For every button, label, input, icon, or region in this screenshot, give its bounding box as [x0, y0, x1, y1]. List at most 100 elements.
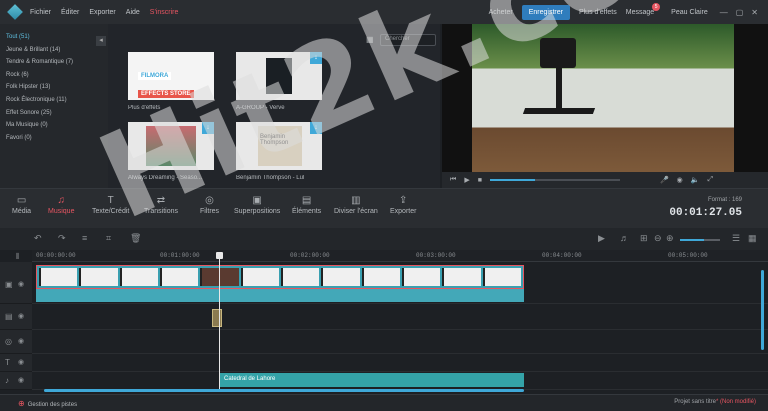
playhead-handle[interactable]	[216, 252, 223, 259]
list-view-icon[interactable]: ☰	[732, 233, 740, 244]
menu-editer[interactable]: Éditer	[61, 9, 79, 16]
tool-music[interactable]: ♫ Musique	[48, 195, 74, 215]
audio-clip[interactable]: Catedral de Lahore	[220, 373, 524, 387]
plus-effets-link[interactable]: Plus d'effets	[579, 9, 617, 16]
clip-frame	[39, 268, 78, 286]
menu-fichier[interactable]: Fichier	[30, 9, 51, 16]
maximize-icon[interactable]: ▢	[736, 8, 744, 17]
snapshot-icon[interactable]: ◉	[677, 176, 683, 184]
mute-icon[interactable]: ◉	[18, 376, 24, 384]
tool-overlays[interactable]: ▣ Superpositions	[234, 195, 280, 215]
audio-clip-label: Catedral de Lahore	[224, 376, 276, 382]
tool-export[interactable]: ⇪ Exporter	[390, 195, 416, 215]
video-audio-strip[interactable]	[36, 289, 524, 302]
category-item[interactable]: Jeune & Brillant (14)	[6, 47, 102, 53]
category-item[interactable]: Tout (51)	[6, 34, 102, 40]
zoom-in-icon[interactable]: ⊕	[666, 233, 674, 244]
stop-icon[interactable]: ■	[478, 177, 482, 184]
category-item[interactable]: Favori (0)	[6, 135, 102, 141]
tool-split-screen[interactable]: ▥ Diviser l'écran	[334, 195, 378, 215]
category-item[interactable]: Rock Électronique (11)	[6, 97, 102, 103]
grid-timeline-icon[interactable]: ▦	[748, 233, 757, 244]
zoom-out-icon[interactable]: ⊖	[654, 233, 662, 244]
playhead[interactable]	[219, 256, 220, 391]
ruler-label: 00:03:00:00	[416, 252, 456, 259]
pip-clip[interactable]	[212, 309, 222, 327]
undo-icon[interactable]: ↶	[34, 233, 42, 244]
track-manager-link[interactable]: ⊕ Gestion des pistes	[18, 399, 77, 408]
tool-transitions[interactable]: ⇄ Transitions	[144, 195, 178, 215]
tool-text[interactable]: T Texte/Crédit	[92, 195, 129, 215]
volume-icon[interactable]: 🔈	[691, 176, 700, 184]
zoom-slider[interactable]	[680, 239, 720, 241]
tool-elements[interactable]: ▤ Éléments	[292, 195, 321, 215]
category-item[interactable]: Folk Hipster (13)	[6, 84, 102, 90]
pip-track-icon: ▤	[5, 312, 13, 321]
thumb-effects-store[interactable]: FILMORA EFFECTS STORE	[128, 52, 214, 100]
tripod-stem	[556, 68, 562, 108]
download-icon[interactable]: ↓	[310, 122, 322, 134]
transitions-icon: ⇄	[156, 195, 166, 206]
category-item[interactable]: Effet Sonore (25)	[6, 110, 102, 116]
horizontal-scrollbar[interactable]	[44, 389, 524, 392]
eye-icon[interactable]: ◉	[18, 358, 24, 366]
preview-progress-fill	[489, 179, 536, 181]
thumb-music[interactable]: ↓	[128, 122, 214, 170]
audio-mixer-icon[interactable]: ♬	[620, 233, 629, 243]
eye-icon[interactable]: ◉	[18, 312, 24, 320]
delete-icon[interactable]: 🗑	[130, 233, 141, 244]
fullscreen-icon[interactable]: ⤢	[707, 176, 713, 184]
collapse-panel-button[interactable]: ◂	[96, 36, 106, 46]
render-icon[interactable]: ▶	[598, 233, 605, 244]
tool-filters[interactable]: ◎ Filtres	[200, 195, 219, 215]
window-controls: — ▢ ✕	[720, 8, 758, 17]
download-icon[interactable]: ↓	[310, 52, 322, 64]
elements-icon: ▤	[301, 195, 312, 206]
timeline-ruler[interactable]: 00:00:00:00 00:01:00:00 00:02:00:00 00:0…	[32, 250, 768, 262]
mic-icon[interactable]: 🎤	[660, 176, 669, 184]
preview-controls: ⏮ ▶ ■ 🎤 ◉ 🔈 ⤢	[442, 172, 768, 188]
download-icon[interactable]: ↓	[202, 122, 214, 134]
eye-icon[interactable]: ◉	[18, 280, 24, 288]
menu-sinscrire[interactable]: S'inscrire	[150, 9, 179, 16]
text-track[interactable]	[32, 354, 768, 372]
preview-progress[interactable]	[489, 179, 620, 181]
add-icon: ⊕	[18, 399, 25, 408]
message-badge: 5	[652, 3, 661, 11]
crop-icon[interactable]: ⌗	[106, 233, 111, 244]
menu-aide[interactable]: Aide	[126, 9, 140, 16]
split-screen-icon: ▥	[351, 195, 361, 206]
grid-view-icon[interactable]: ▦	[366, 35, 374, 44]
step-back-icon[interactable]: ⏮	[450, 176, 456, 184]
category-item[interactable]: Rock (6)	[6, 72, 102, 78]
thumb-music[interactable]: Benjamin Thompson ↓	[236, 122, 322, 170]
tool-media[interactable]: ▭ Média	[12, 195, 31, 215]
video-clip[interactable]	[36, 265, 524, 289]
pip-track[interactable]	[32, 304, 768, 330]
search-input[interactable]: Chercher	[380, 34, 436, 46]
thumb-label: Benjamin Thompson - Lul	[236, 175, 305, 181]
menu-exporter[interactable]: Exporter	[89, 9, 115, 16]
close-icon[interactable]: ✕	[751, 8, 758, 17]
eye-icon[interactable]: ◉	[18, 337, 24, 345]
category-item[interactable]: Tendre & Romantique (7)	[6, 59, 102, 65]
minimize-icon[interactable]: —	[720, 8, 728, 17]
export-icon: ⇪	[399, 195, 408, 206]
enregistrer-button[interactable]: Enregistrer	[521, 4, 570, 20]
volume-edit-icon[interactable]: ⊞	[640, 233, 648, 244]
settings-icon[interactable]: ≡	[82, 233, 87, 243]
effects-track[interactable]	[32, 330, 768, 354]
status-bar: ⊕ Gestion des pistes Projet sans titre* (…	[0, 394, 768, 411]
acheter-link[interactable]: Acheter	[489, 9, 513, 16]
timeline-toolbar: ↶ ↷ ≡ ⌗ 🗑 ▶ ♬ ⊞ ⊖ ⊕ ☰ ▦	[0, 228, 768, 250]
message-link[interactable]: Message	[626, 9, 654, 16]
category-item[interactable]: Ma Musique (0)	[6, 122, 102, 128]
skin-link[interactable]: Peau Claire	[671, 9, 708, 16]
thumb-music[interactable]: ↓	[236, 52, 322, 100]
vertical-scrollbar[interactable]	[761, 270, 764, 350]
redo-icon[interactable]: ↷	[58, 233, 66, 244]
ruler-label: 00:01:00:00	[160, 252, 200, 259]
timeline-add-icon[interactable]: ⫴	[16, 252, 19, 262]
play-icon[interactable]: ▶	[464, 176, 469, 184]
project-name: Projet sans titre* (Non modifié)	[674, 399, 756, 405]
